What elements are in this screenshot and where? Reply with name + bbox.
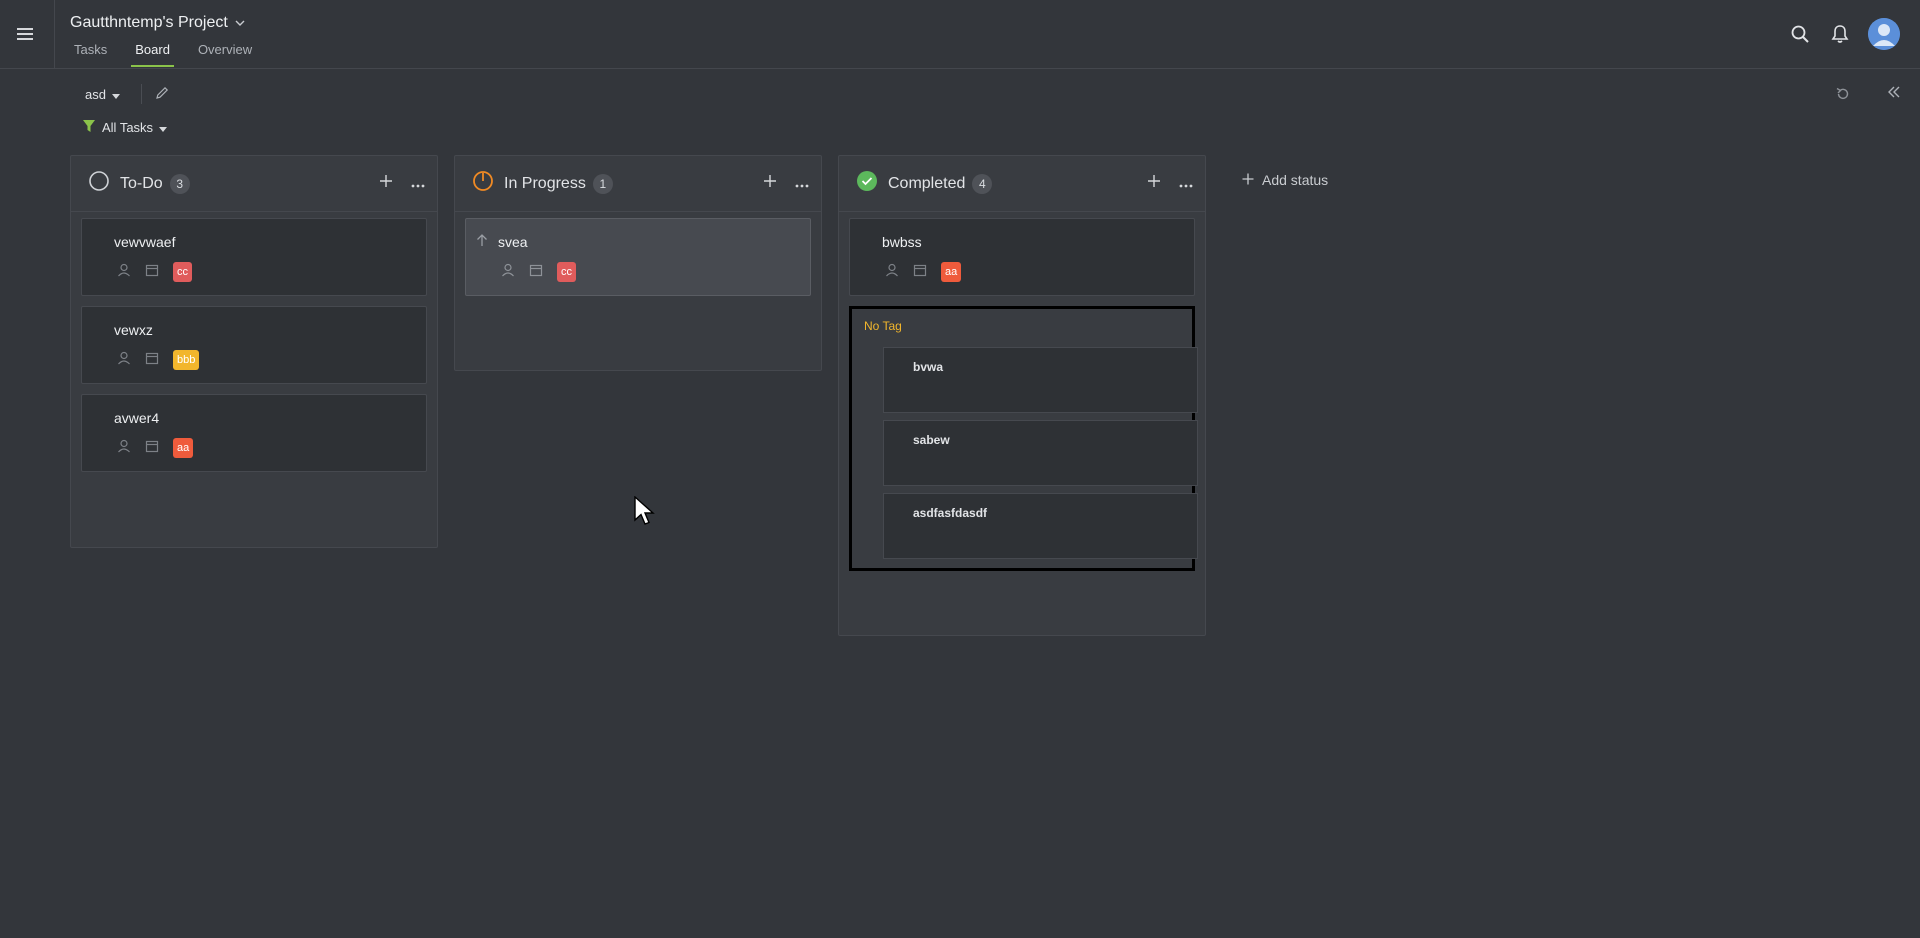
add-status-button[interactable]: Add status xyxy=(1242,172,1328,188)
caret-down-icon xyxy=(111,87,120,102)
tag-badge[interactable]: aa xyxy=(941,262,962,282)
column-actions xyxy=(1147,174,1193,193)
bell-icon[interactable] xyxy=(1828,22,1852,46)
refresh-icon[interactable] xyxy=(1835,86,1851,107)
group-label: No Tag xyxy=(864,319,902,333)
column-body: svea cc xyxy=(455,212,821,316)
task-title: bwbss xyxy=(882,234,922,250)
column-actions xyxy=(763,174,809,193)
toolbar-divider xyxy=(141,84,142,104)
view-name: asd xyxy=(85,87,106,102)
in-progress-status-icon xyxy=(472,170,494,197)
check-circle-icon xyxy=(856,170,878,197)
task-title: svea xyxy=(498,234,528,250)
column-count: 1 xyxy=(592,173,613,194)
tag-badge[interactable]: aa xyxy=(173,438,194,458)
more-icon[interactable] xyxy=(411,175,425,193)
task-meta: aa xyxy=(117,438,194,458)
funnel-icon xyxy=(82,119,96,136)
header-actions xyxy=(1788,18,1900,50)
assignee-icon[interactable] xyxy=(885,263,899,282)
task-title: vewvwaef xyxy=(114,234,176,250)
assignee-icon[interactable] xyxy=(501,263,515,282)
search-icon[interactable] xyxy=(1788,22,1812,46)
column-in-progress: In Progress 1 svea cc xyxy=(454,155,822,371)
column-title: Completed xyxy=(888,174,966,192)
filter-label: All Tasks xyxy=(102,120,154,135)
tag-badge[interactable]: cc xyxy=(557,262,576,282)
project-tabs: Tasks Board Overview xyxy=(70,40,276,67)
task-card[interactable]: vewxz bbb xyxy=(81,306,427,384)
column-header: To-Do 3 xyxy=(71,156,437,212)
list-item[interactable]: sabew xyxy=(883,420,1198,486)
tag-group-no-tag[interactable]: No Tag bvwa sabew asdfasfdasdf xyxy=(849,306,1198,571)
task-meta: bbb xyxy=(117,350,200,370)
tab-overview[interactable]: Overview xyxy=(194,40,256,67)
calendar-icon[interactable] xyxy=(529,263,543,282)
task-meta: cc xyxy=(501,262,576,282)
assignee-icon[interactable] xyxy=(117,351,131,370)
column-body: vewvwaef cc vewxz bbb avwer4 aa xyxy=(71,212,437,492)
tab-board[interactable]: Board xyxy=(131,40,174,67)
calendar-icon[interactable] xyxy=(145,351,159,370)
project-title[interactable]: Gautthntemp's Project xyxy=(70,14,246,32)
top-bar: Gautthntemp's Project Tasks Board Overvi… xyxy=(0,0,1920,69)
tab-tasks[interactable]: Tasks xyxy=(70,40,111,67)
task-title: bvwa xyxy=(913,360,944,374)
column-count: 4 xyxy=(972,173,993,194)
plus-icon xyxy=(1242,172,1254,188)
arrow-up-icon[interactable] xyxy=(476,233,488,252)
task-meta: cc xyxy=(117,262,192,282)
status-circle-icon xyxy=(88,170,110,197)
mouse-cursor-icon xyxy=(634,495,656,533)
task-title: sabew xyxy=(913,433,950,447)
menu-icon[interactable] xyxy=(15,24,37,44)
task-card[interactable]: svea cc xyxy=(465,218,811,296)
view-selector[interactable]: asd xyxy=(85,87,120,102)
column-title: To-Do xyxy=(120,174,163,192)
task-card[interactable]: vewvwaef cc xyxy=(81,218,427,296)
assignee-icon[interactable] xyxy=(117,439,131,458)
caret-down-icon xyxy=(159,120,168,135)
calendar-icon[interactable] xyxy=(913,263,927,282)
calendar-icon[interactable] xyxy=(145,439,159,458)
more-icon[interactable] xyxy=(795,175,809,193)
column-body: bwbss aa No Tag bvwa sabew asdfasfdasdf xyxy=(839,212,1205,581)
pencil-icon[interactable] xyxy=(154,85,170,106)
task-title: asdfasfdasdf xyxy=(913,506,988,520)
assignee-icon[interactable] xyxy=(117,263,131,282)
more-icon[interactable] xyxy=(1179,175,1193,193)
task-card[interactable]: bwbss aa xyxy=(849,218,1195,296)
add-status-label: Add status xyxy=(1262,172,1329,188)
chevron-down-icon xyxy=(234,14,246,32)
list-item[interactable]: asdfasfdasdf xyxy=(883,493,1198,559)
task-card[interactable]: avwer4 aa xyxy=(81,394,427,472)
project-title-text: Gautthntemp's Project xyxy=(70,14,228,31)
column-header: Completed 4 xyxy=(839,156,1205,212)
avatar[interactable] xyxy=(1868,18,1900,50)
task-title: vewxz xyxy=(114,322,153,338)
column-todo: To-Do 3 vewvwaef cc vewxz bbb avwer4 aa xyxy=(70,155,438,548)
task-meta: aa xyxy=(885,262,962,282)
column-count: 3 xyxy=(169,173,190,194)
tag-badge[interactable]: cc xyxy=(173,262,192,282)
filter-selector[interactable]: All Tasks xyxy=(82,119,168,136)
plus-icon[interactable] xyxy=(379,174,393,193)
plus-icon[interactable] xyxy=(1147,174,1161,193)
list-item[interactable]: bvwa xyxy=(883,347,1198,413)
task-title: avwer4 xyxy=(114,410,160,426)
calendar-icon[interactable] xyxy=(145,263,159,282)
column-header: In Progress 1 xyxy=(455,156,821,212)
plus-icon[interactable] xyxy=(763,174,777,193)
column-actions xyxy=(379,174,425,193)
double-chevron-left-icon[interactable] xyxy=(1886,84,1902,105)
column-completed: Completed 4 bwbss aa No Tag bvwa sabew a… xyxy=(838,155,1206,636)
header-divider xyxy=(54,0,55,69)
column-title: In Progress xyxy=(504,174,586,192)
tag-badge[interactable]: bbb xyxy=(173,350,200,370)
